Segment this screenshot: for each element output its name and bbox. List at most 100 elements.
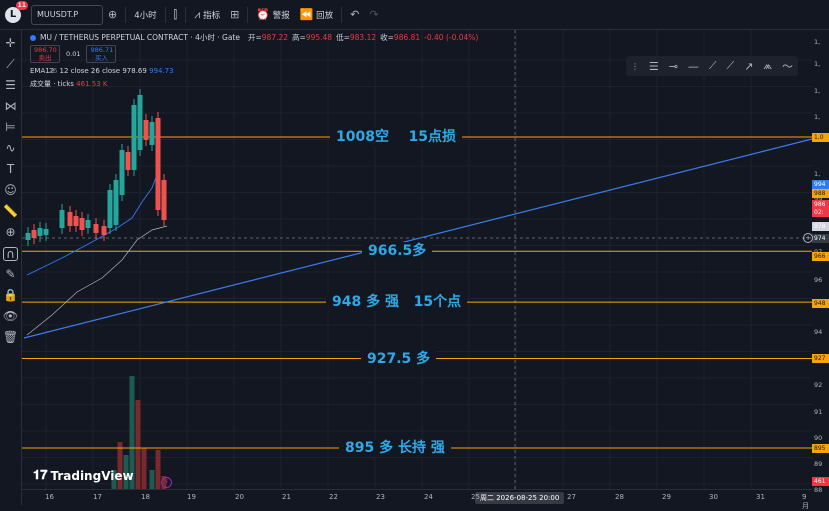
grid-icon: ⊞ — [230, 8, 240, 21]
price-tick: 89 — [814, 460, 823, 468]
level-label: 948 多 强 15个点 — [326, 293, 468, 312]
date-tick: 19 — [187, 493, 196, 501]
date-tick: 30 — [709, 493, 718, 501]
exchange-dot-icon — [30, 34, 36, 41]
spread: 0.01 — [66, 50, 81, 58]
time-axis[interactable]: 周二 2026-08-25 20:00 16 17 18 19 20 21 22 23 24 25… — [22, 489, 812, 510]
legend-title: MU / TETHERUS PERPETUAL CONTRACT · 4小时 ·… — [40, 33, 240, 42]
fib-retracement-icon[interactable]: ☰ — [649, 60, 659, 73]
plus-icon-button[interactable]: ⊕ — [103, 4, 122, 26]
candle-body — [73, 216, 79, 226]
ema2-value: 994.73 — [149, 67, 174, 75]
ruler-icon[interactable]: 📏 — [3, 205, 18, 219]
candle-body — [119, 150, 125, 195]
symbol-search[interactable]: MUUSDT.P — [31, 4, 103, 25]
date-tick: 21 — [282, 493, 291, 501]
price-tag: 927 — [812, 354, 829, 363]
drag-handle-icon[interactable]: ⋮ — [631, 62, 639, 71]
legend-c-label: 收= — [380, 33, 394, 42]
volume-bar — [149, 470, 155, 489]
date-tick: 9月 — [802, 493, 809, 510]
candle-body — [93, 224, 99, 233]
date-tick: 27 — [567, 493, 576, 501]
horizontal-line-icon[interactable]: ⊸ — [669, 60, 678, 73]
chart-type-button[interactable]: ⫿ — [169, 4, 183, 26]
candle-body — [143, 120, 149, 140]
candle-body — [59, 210, 65, 228]
legend-o-label: 开= — [247, 33, 262, 42]
undo-button[interactable]: ↶ — [345, 4, 364, 26]
price-tick: 91 — [814, 408, 823, 416]
replay-button[interactable]: ⏪ 回放 — [295, 4, 338, 26]
volume-legend[interactable]: 成交量 · ticks 461.53 K — [30, 79, 478, 89]
price-tick: 1, — [814, 60, 821, 68]
tradingview-logo[interactable]: 𝟏𝟕 TradingView — [33, 468, 134, 483]
candle-body — [25, 233, 31, 240]
symbol-info-line: MU / TETHERUS PERPETUAL CONTRACT · 4小时 ·… — [30, 32, 478, 43]
date-tick: 23 — [376, 493, 385, 501]
layouts-button[interactable]: ⊞ — [225, 4, 244, 26]
ema-legend[interactable]: EMA12 26 12 close 26 close 978.69 994.73 — [30, 67, 478, 75]
price-tick: 96 — [814, 276, 823, 284]
magnet-icon[interactable]: ∩ — [3, 247, 18, 261]
price-tag: 966 — [812, 252, 829, 261]
crosshair-icon[interactable]: ✛ — [5, 37, 15, 51]
zoom-icon[interactable]: ⊕ — [5, 226, 15, 240]
eye-icon[interactable]: 👁 — [3, 310, 18, 324]
buy-button[interactable]: 986.71 买入 — [86, 45, 117, 63]
tv-logo-text: TradingView — [50, 468, 134, 483]
ray-icon[interactable]: — — [688, 60, 699, 73]
stay-drawing-icon[interactable]: ✎ — [5, 268, 15, 282]
pattern-icon[interactable]: ⋈ — [5, 100, 17, 114]
price-tick: 90 — [814, 434, 823, 442]
indicators-label: 指标 — [203, 10, 221, 21]
user-avatar[interactable]: L 11 — [5, 0, 28, 23]
legend-h-label: 高= — [292, 33, 306, 42]
date-tick: 22 — [329, 493, 338, 501]
projection-icon[interactable]: ⊨ — [5, 121, 15, 135]
price-tag: 988 — [812, 189, 829, 198]
tv-logo-icon: 𝟏𝟕 — [33, 468, 48, 483]
trade-buttons: 986.70 卖出 0.01 986.71 买入 — [30, 45, 478, 63]
legend-l: 983.12 — [349, 33, 377, 42]
volume-bar — [135, 400, 141, 489]
divider — [247, 6, 249, 23]
emoji-icon[interactable]: ☺ — [4, 184, 17, 198]
trash-icon[interactable]: 🗑 — [3, 331, 18, 345]
add-alert-icon[interactable]: + — [803, 233, 813, 243]
go-to-date-icon[interactable]: ⚡ — [161, 477, 172, 488]
fib-icon[interactable]: ☰ — [5, 79, 16, 93]
replay-label: 回放 — [316, 10, 334, 21]
candle-body — [131, 105, 137, 170]
legend-change: -0.40 (-0.04%) — [424, 33, 479, 42]
pattern-tool-icon[interactable]: ⩕ — [763, 59, 772, 73]
legend-c: 986.81 — [393, 33, 421, 42]
alert-label: 警报 — [272, 10, 290, 21]
date-tick: 25 — [471, 493, 480, 501]
divider — [164, 6, 166, 23]
interval-button[interactable]: 4小时 — [129, 4, 161, 26]
trend-angle-icon[interactable]: ⟋ — [709, 59, 717, 73]
candle-body — [67, 212, 73, 226]
price-tick: 1, — [814, 38, 821, 46]
path-icon[interactable]: 〜 — [782, 58, 793, 74]
price-tag: 994 — [812, 180, 829, 189]
lock-icon[interactable]: 🔒 — [3, 289, 18, 303]
drawing-toolbar: ✛ ⟋ ☰ ⋈ ⊨ ∿ T ☺ 📏 ⊕ ∩ ✎ 🔒 👁 🗑 — [0, 30, 22, 505]
floating-drawing-toolbar: ⋮ ☰ ⊸ — ⟋ ⟋ ↗ ⩕ 〜 — [626, 56, 798, 76]
extended-line-icon[interactable]: ⟋ — [727, 59, 735, 73]
level-label: 927.5 多 — [361, 349, 437, 368]
alert-button[interactable]: ⏰ 警报 — [251, 4, 294, 26]
trend-line-icon[interactable]: ⟋ — [6, 58, 14, 72]
indicators-button[interactable]: ⩘ 指标 — [189, 4, 225, 26]
text-icon[interactable]: T — [7, 163, 14, 177]
candle-body — [125, 152, 131, 170]
brush-icon[interactable]: ∿ — [5, 142, 15, 156]
sell-button[interactable]: 986.70 卖出 — [30, 45, 60, 63]
divider — [341, 6, 343, 23]
redo-button[interactable]: ↷ — [364, 4, 383, 26]
arrow-line-icon[interactable]: ↗ — [744, 60, 753, 73]
price-tick: 1, — [814, 87, 821, 95]
candle-body — [107, 190, 113, 228]
price-tag: 895 — [812, 444, 829, 453]
